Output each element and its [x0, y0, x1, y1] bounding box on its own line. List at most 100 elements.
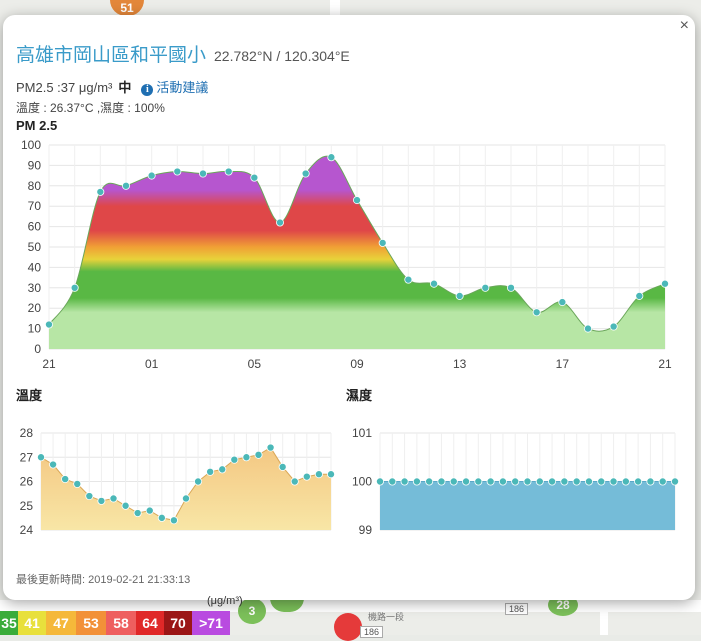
humidity-chart: 濕度 99 100 101 [346, 388, 679, 537]
weather-summary: 溫度 : 26.37°C ,濕度 : 100% [16, 101, 165, 115]
y-tick-label: 25 [20, 499, 34, 513]
y-tick-label: 90 [28, 158, 42, 172]
data-point [621, 477, 630, 486]
data-point [400, 477, 409, 486]
temperature-chart: 溫度 24 25 26 27 28 [16, 388, 335, 537]
data-point [597, 477, 606, 486]
data-point [634, 477, 643, 486]
data-point [486, 477, 495, 486]
legend-item: 53 [76, 611, 106, 635]
data-point [462, 477, 471, 486]
data-point [558, 298, 567, 307]
data-point [474, 477, 483, 486]
legend-item: 41 [18, 611, 46, 635]
data-point [327, 153, 336, 162]
legend-item: 35 [0, 611, 18, 635]
data-point [532, 308, 541, 317]
x-tick-label: 09 [350, 357, 364, 371]
humidity-chart-title: 濕度 [346, 388, 373, 403]
data-point [326, 470, 335, 479]
data-point [37, 453, 46, 462]
series-area [380, 481, 675, 530]
legend-item: 58 [106, 611, 136, 635]
data-point [122, 181, 131, 190]
y-tick-label: 27 [20, 450, 34, 464]
activity-advice-link[interactable]: 活動建議 [156, 80, 208, 95]
y-tick-label: 0 [34, 342, 41, 356]
data-point [121, 501, 130, 510]
data-point [49, 460, 58, 469]
pm25-chart-title: PM 2.5 [16, 118, 57, 133]
y-tick-label: 100 [352, 475, 372, 489]
data-point [572, 477, 581, 486]
y-tick-label: 26 [20, 475, 34, 489]
map-road [600, 600, 608, 635]
y-tick-label: 70 [28, 199, 42, 213]
data-point [109, 494, 118, 503]
street-label: 機路一段 [368, 612, 405, 622]
y-tick-label: 20 [28, 301, 42, 315]
data-point [133, 509, 142, 518]
legend-unit: (μg/m³) [207, 595, 243, 607]
pm25-chart: PM 2.5 0 10 20 30 40 50 60 70 80 90 100 21 01 05 09 13 1… [16, 118, 672, 371]
data-point [609, 322, 618, 331]
map-marker[interactable]: 51 [110, 0, 144, 16]
data-point [404, 275, 413, 284]
location-pin-icon[interactable] [334, 613, 362, 641]
data-point [635, 291, 644, 300]
data-point [278, 462, 287, 471]
data-point [511, 477, 520, 486]
data-point [61, 475, 70, 484]
x-tick-label: 05 [248, 357, 262, 371]
data-point [560, 477, 569, 486]
x-tick-label: 21 [658, 357, 672, 371]
data-point [506, 283, 515, 292]
y-tick-label: 50 [28, 240, 42, 254]
data-point [437, 477, 446, 486]
legend-item: >71 [192, 611, 230, 635]
pm25-reading: PM2.5 :37 μg/m³ [16, 80, 113, 95]
data-point [194, 477, 203, 486]
data-point [145, 506, 154, 515]
map-marker-label: 51 [120, 1, 134, 15]
data-point [314, 470, 323, 479]
data-point [646, 477, 655, 486]
map-marker-label: 3 [248, 604, 256, 618]
y-tick-label: 101 [352, 426, 372, 440]
y-tick-label: 10 [28, 322, 42, 336]
close-button[interactable]: × [680, 17, 689, 35]
legend-item: 47 [46, 611, 76, 635]
pm25-level: 中 [118, 80, 132, 95]
x-tick-label: 17 [556, 357, 570, 371]
data-point [302, 472, 311, 481]
data-point [85, 492, 94, 501]
info-icon[interactable]: i [141, 84, 154, 96]
data-point [96, 187, 105, 196]
data-point [449, 477, 458, 486]
legend-item: 70 [164, 611, 192, 635]
temperature-chart-title: 溫度 [16, 388, 43, 403]
y-tick-label: 30 [28, 281, 42, 295]
data-point [157, 513, 166, 522]
data-point [498, 477, 507, 486]
last-updated: 最後更新時間: 2019-02-21 21:33:13 [16, 574, 191, 586]
data-point [658, 477, 667, 486]
data-point [548, 477, 557, 486]
x-tick-label: 13 [453, 357, 467, 371]
data-point [661, 279, 670, 288]
data-point [523, 477, 532, 486]
data-point [224, 167, 233, 176]
data-point [250, 173, 259, 182]
road-number-label: 186 [360, 626, 384, 638]
data-point [584, 324, 593, 333]
data-point [206, 467, 215, 476]
y-tick-label: 80 [28, 179, 42, 193]
data-point [388, 477, 397, 486]
map-road [330, 0, 340, 15]
y-tick-label: 40 [28, 260, 42, 274]
data-point [218, 465, 227, 474]
data-point [73, 479, 82, 488]
data-point [173, 167, 182, 176]
data-point [45, 320, 54, 329]
station-name: 高雄市岡山區和平國小 [16, 45, 207, 66]
